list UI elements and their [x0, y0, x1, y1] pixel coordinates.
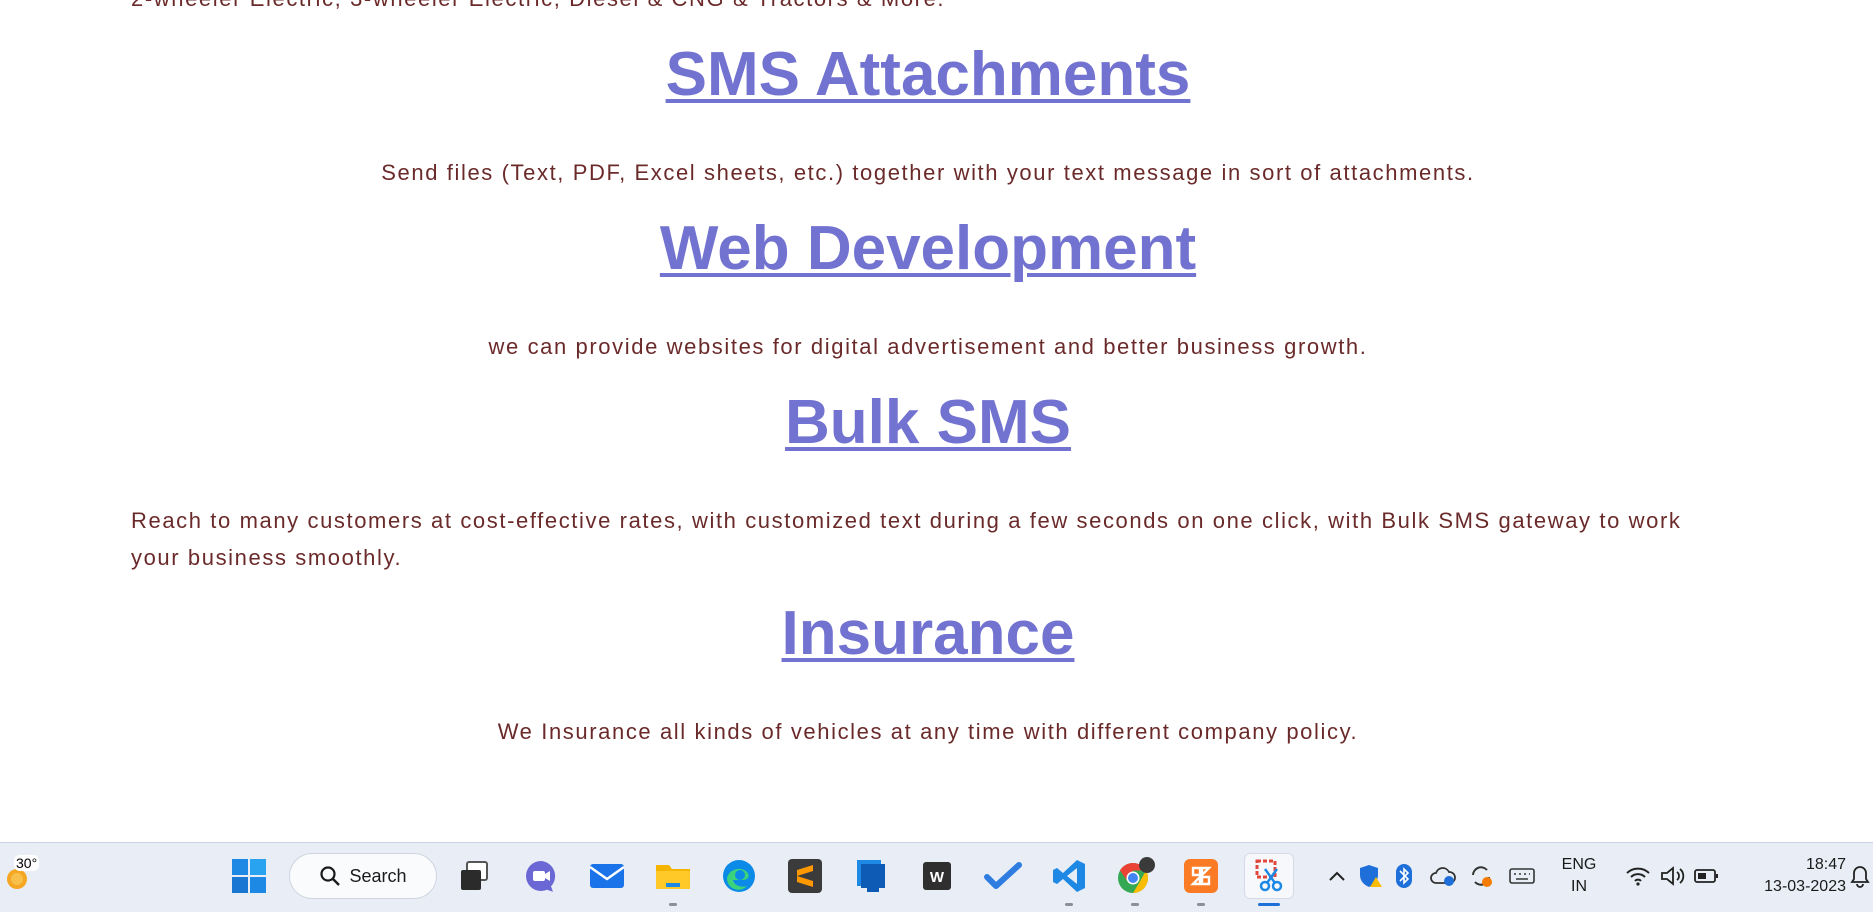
file-explorer-button[interactable]: [650, 853, 696, 906]
touch-keyboard-button[interactable]: [1506, 853, 1538, 899]
chat-icon: [526, 861, 556, 892]
search-label: Search: [349, 865, 407, 886]
onedrive-tray-button[interactable]: [1428, 853, 1458, 899]
chevron-up-icon: [1329, 871, 1345, 881]
security-tray-button[interactable]: [1356, 853, 1386, 899]
sublime-text-button[interactable]: [782, 853, 828, 899]
battery-icon: [1694, 869, 1718, 883]
xampp-icon: [1184, 859, 1218, 893]
keyboard-icon: [1509, 868, 1535, 884]
chat-button[interactable]: [518, 853, 564, 899]
store-icon: [857, 860, 885, 892]
heading-web-development[interactable]: Web Development: [0, 218, 1856, 280]
notifications-button[interactable]: [1848, 853, 1872, 899]
search-box[interactable]: Search: [289, 853, 437, 899]
sync-icon: [1472, 866, 1492, 887]
clock-time: 18:47: [1805, 856, 1846, 873]
heading-insurance[interactable]: Insurance: [0, 603, 1856, 665]
file-explorer-icon: [656, 865, 690, 889]
heading-sms-attachments-link[interactable]: SMS Attachments: [666, 40, 1191, 109]
active-indicator: [1258, 903, 1280, 906]
heading-web-development-link[interactable]: Web Development: [660, 214, 1196, 283]
vscode-button[interactable]: [1046, 853, 1092, 906]
vscode-icon: [1053, 860, 1085, 892]
bluetooth-tray-button[interactable]: [1392, 853, 1416, 899]
mail-icon: [589, 864, 625, 888]
heading-insurance-link[interactable]: Insurance: [782, 599, 1075, 668]
volume-icon: [1661, 866, 1685, 886]
todo-button[interactable]: [980, 853, 1026, 899]
paragraph-insurance: We Insurance all kinds of vehicles at an…: [497, 719, 1359, 744]
paragraph-bulk-sms: Reach to many customers at cost-effectiv…: [131, 508, 1682, 570]
paragraph-web-development: we can provide websites for digital adve…: [488, 334, 1368, 359]
page-content: 2-wheeler Electric, 3-wheeler Electric, …: [0, 0, 1873, 842]
task-view-icon: [461, 861, 488, 890]
svg-text:W: W: [930, 869, 945, 886]
taskbar: 30° Search W ENG IN 18:47 13-03-2023: [0, 842, 1873, 912]
heading-sms-attachments[interactable]: SMS Attachments: [0, 44, 1856, 106]
volume-button[interactable]: [1656, 853, 1690, 899]
notification-bell-icon: [1850, 866, 1870, 888]
sublime-text-icon: [788, 859, 822, 893]
running-indicator: [669, 903, 677, 906]
wifi-icon: [1626, 867, 1650, 886]
show-hidden-icons-button[interactable]: [1322, 853, 1352, 899]
sync-tray-button[interactable]: [1466, 853, 1496, 899]
search-icon: [320, 866, 341, 886]
snipping-tool-icon: [1255, 859, 1283, 892]
region-code: IN: [1571, 878, 1587, 895]
windows-security-icon: [1360, 865, 1382, 887]
todo-icon: [984, 862, 1022, 889]
word-button[interactable]: W: [914, 853, 960, 899]
task-view-button[interactable]: [452, 853, 498, 899]
edge-icon: [723, 860, 755, 892]
store-button[interactable]: [848, 853, 894, 899]
start-button[interactable]: [226, 853, 272, 899]
heading-bulk-sms-link[interactable]: Bulk SMS: [785, 388, 1071, 457]
language-code: ENG: [1561, 856, 1597, 873]
chrome-icon: [1118, 857, 1155, 893]
running-indicator: [1065, 903, 1073, 906]
clock-date: 13-03-2023: [1764, 878, 1846, 895]
battery-button[interactable]: [1690, 853, 1724, 899]
edge-button[interactable]: [716, 853, 762, 899]
weather-temperature: 30°: [14, 855, 40, 871]
xampp-button[interactable]: [1178, 853, 1224, 906]
paragraph-sms-attachments: Send files (Text, PDF, Excel sheets, etc…: [381, 160, 1475, 185]
running-indicator: [1197, 903, 1205, 906]
clock[interactable]: 18:47 13-03-2023: [1736, 853, 1846, 899]
cloud-sync-icon: [1430, 867, 1456, 886]
mail-button[interactable]: [584, 853, 630, 899]
bluetooth-icon: [1396, 864, 1412, 888]
cut-off-paragraph: 2-wheeler Electric, 3-wheeler Electric, …: [131, 0, 945, 12]
windows-start-icon: [232, 859, 266, 893]
chrome-button[interactable]: [1112, 853, 1158, 906]
weather-widget[interactable]: 30°: [0, 853, 44, 899]
word-icon: W: [923, 862, 951, 890]
running-indicator: [1131, 903, 1139, 906]
heading-bulk-sms[interactable]: Bulk SMS: [0, 392, 1856, 454]
snipping-tool-button[interactable]: [1244, 853, 1294, 906]
language-indicator[interactable]: ENG IN: [1554, 853, 1604, 899]
network-button[interactable]: [1620, 853, 1656, 899]
